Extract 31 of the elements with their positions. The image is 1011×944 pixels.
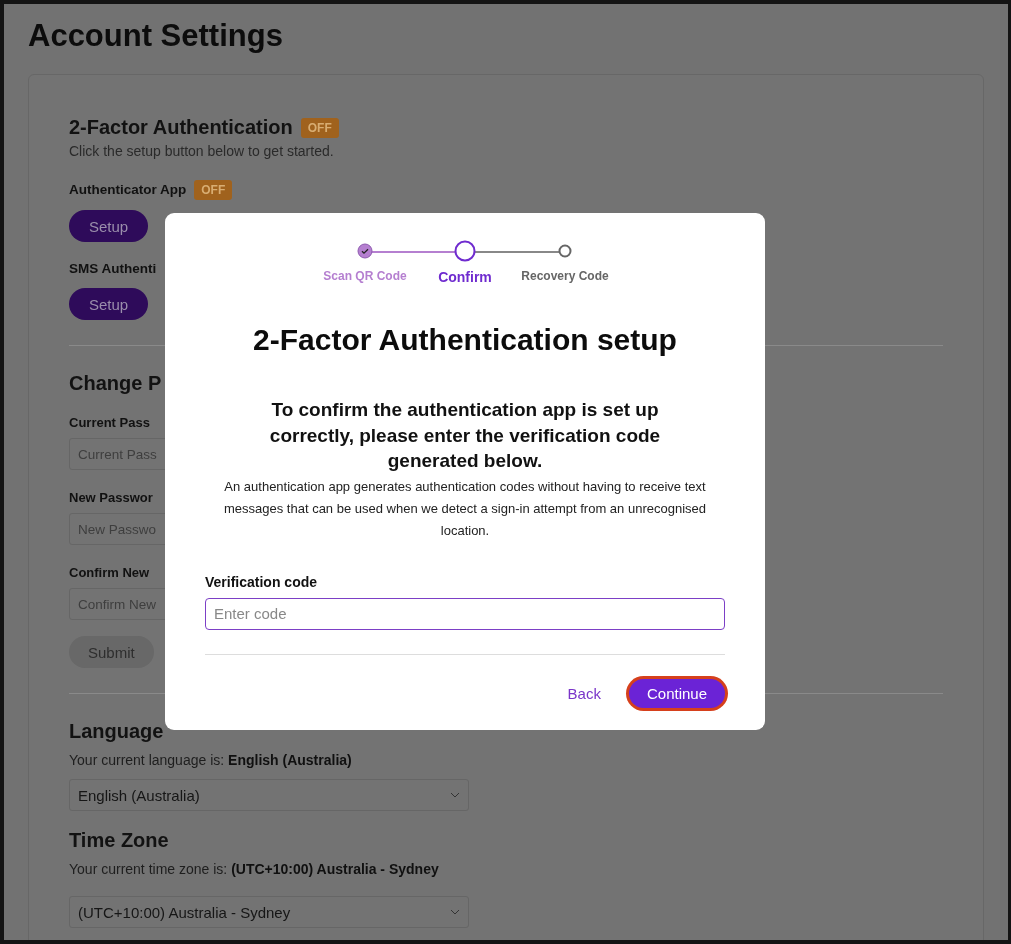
field-label: New Passwor xyxy=(69,489,153,507)
continue-button[interactable]: Continue xyxy=(628,678,725,708)
instruction-text: To confirm the authentication app is set up correctly, please enter the verification code generated below. xyxy=(268,398,662,474)
section-title: Change P xyxy=(69,372,163,395)
field-label: Current Pass xyxy=(69,414,150,432)
verification-code-field[interactable]: Enter code xyxy=(205,597,725,630)
setup-button[interactable]: Setup xyxy=(69,288,149,320)
current-value-text: Your current time zone is: (UTC+10:00) Australia - Sydney xyxy=(69,860,440,878)
field-label: Verification code xyxy=(205,573,319,590)
dialog-title: 2-Factor Authentication setup xyxy=(253,323,677,357)
section-title: Language xyxy=(69,720,165,743)
method-label: SMS Authenti xyxy=(69,260,157,278)
step-label: Scan QR Code xyxy=(323,269,407,283)
description-text: An authentication app generates authentication codes without having to receive text messages that can be used when we detect a sign-in attempt from an unrecognised location. xyxy=(223,477,707,540)
step-label: Confirm xyxy=(438,269,492,285)
section-title: 2-Factor Authentication xyxy=(69,116,293,139)
chevron-down-icon xyxy=(450,909,460,915)
page-title: Account Settings xyxy=(28,18,284,54)
hint-text: Click the setup button below to get started. xyxy=(69,142,335,160)
status-badge: OFF xyxy=(300,117,339,138)
setup-button[interactable]: Setup xyxy=(69,210,149,242)
section-title: Time Zone xyxy=(69,829,170,852)
status-badge: OFF xyxy=(194,180,233,200)
field-label: Confirm New xyxy=(69,564,150,582)
chevron-down-icon xyxy=(450,792,460,798)
step-label: Recovery Code xyxy=(521,269,609,283)
method-label: Authenticator App xyxy=(69,181,187,199)
select-field[interactable]: (UTC+10:00) Australia - Sydney xyxy=(69,896,469,928)
select-field[interactable]: English (Australia) xyxy=(69,779,469,811)
back-link[interactable]: Back xyxy=(567,684,601,702)
current-value-text: Your current language is: English (Australia) xyxy=(69,751,353,769)
